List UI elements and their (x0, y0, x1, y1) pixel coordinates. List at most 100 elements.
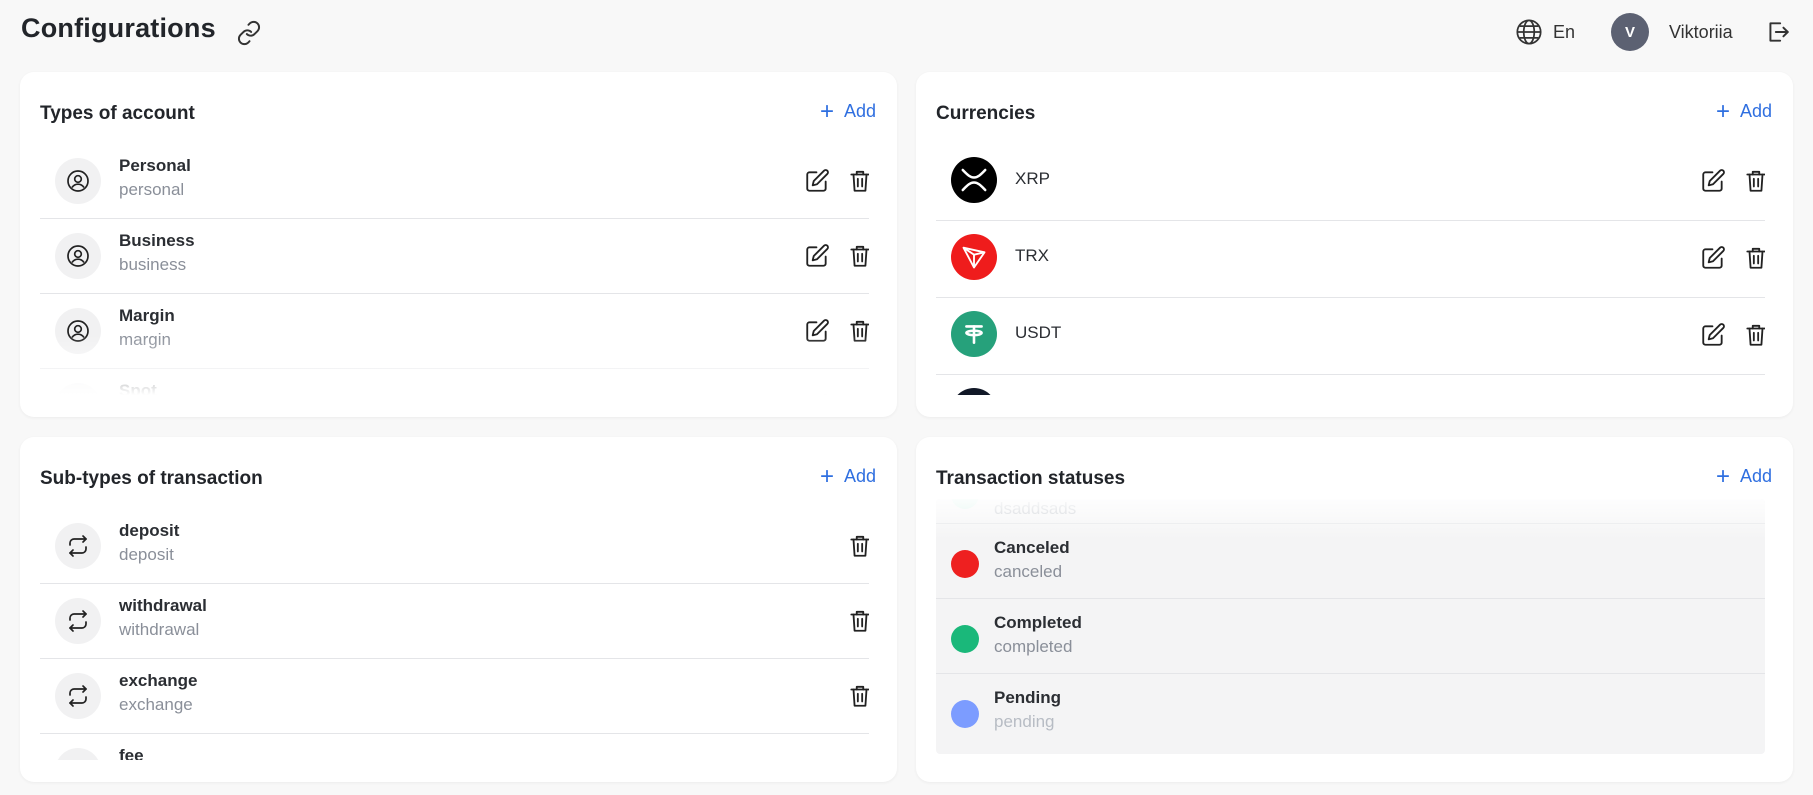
list-item: fee (40, 734, 869, 760)
language-selector[interactable]: En (1515, 18, 1575, 46)
list-item: Canceled canceled (936, 524, 1765, 599)
repeat-icon (55, 523, 101, 569)
trash-icon[interactable] (847, 393, 869, 395)
status-dot (951, 700, 979, 728)
card-title: Types of account (40, 103, 195, 124)
item-code: personal (119, 180, 185, 199)
trash-icon[interactable] (847, 608, 869, 634)
plus-icon: + (1715, 462, 1730, 490)
status-code: canceled (994, 562, 1063, 581)
list-item: Completed completed (936, 599, 1765, 674)
item-name: Margin (119, 306, 175, 325)
edit-icon[interactable] (804, 318, 830, 344)
status-code: completed (994, 637, 1073, 656)
account-types-card: Types of account + Add Personal personal… (20, 72, 897, 417)
card-title: Sub-types of transaction (40, 468, 263, 489)
status-code: pending (994, 712, 1055, 731)
list-item: XRP (936, 144, 1765, 221)
add-currency-button[interactable]: + Add (1716, 99, 1772, 123)
item-name: exchange (119, 671, 198, 690)
item-name: fee (119, 746, 144, 760)
trash-icon[interactable] (847, 243, 869, 269)
logout-icon[interactable] (1765, 19, 1791, 45)
plus-icon: + (819, 462, 834, 490)
list-item: TRX (936, 221, 1765, 298)
transaction-statuses-list[interactable]: dsaddsads Canceled canceled Completed co… (936, 499, 1765, 754)
trx-logo-icon (951, 234, 997, 280)
status-name: Completed (994, 613, 1082, 632)
edit-icon[interactable] (1700, 322, 1726, 348)
list-item: Business business (40, 219, 869, 294)
repeat-icon (55, 673, 101, 719)
list-item (936, 375, 1765, 395)
currency-name: TRX (1015, 246, 1049, 265)
transaction-subtypes-list[interactable]: deposit deposit withdrawal withdrawal ex… (40, 509, 869, 760)
list-item: Spot (40, 369, 869, 395)
item-name: deposit (119, 521, 180, 540)
status-dot (951, 499, 979, 509)
currency-name: XRP (1015, 169, 1050, 188)
edit-icon[interactable] (1700, 245, 1726, 271)
repeat-icon (55, 598, 101, 644)
globe-icon (1515, 18, 1543, 46)
trash-icon[interactable] (847, 683, 869, 709)
card-title: Transaction statuses (936, 468, 1126, 489)
item-code: deposit (119, 545, 174, 564)
transaction-statuses-card: Transaction statuses + Add dsaddsads Can… (916, 437, 1793, 782)
item-name: Spot (119, 381, 157, 395)
item-name: Business (119, 231, 195, 250)
item-code: margin (119, 330, 171, 349)
user-circle-icon (55, 308, 101, 354)
list-item: USDT (936, 298, 1765, 375)
list-item: withdrawal withdrawal (40, 584, 869, 659)
item-name: withdrawal (119, 596, 207, 615)
avatar: V (1611, 13, 1649, 51)
plus-icon: + (819, 97, 834, 125)
language-label: En (1553, 21, 1576, 42)
currency-name: USDT (1015, 323, 1062, 342)
trash-icon[interactable] (1743, 168, 1765, 194)
trash-icon[interactable] (847, 318, 869, 344)
list-item: Margin margin (40, 294, 869, 369)
user-name: Viktoriia (1669, 21, 1733, 42)
item-code: business (119, 255, 187, 274)
status-dot (951, 550, 979, 578)
usdt-logo-icon (951, 311, 997, 357)
item-code: withdrawal (119, 620, 200, 639)
xrp-logo-icon (951, 157, 997, 203)
add-subtype-button[interactable]: + Add (819, 462, 876, 490)
list-item: deposit deposit (40, 509, 869, 584)
user-circle-icon (55, 233, 101, 279)
add-status-button[interactable]: + Add (1715, 462, 1772, 490)
status-name: Pending (994, 688, 1062, 707)
link-icon[interactable] (236, 20, 262, 46)
user-circle-icon (55, 158, 101, 204)
list-item: Pending pending (936, 674, 1765, 749)
list-item: Personal personal (40, 144, 869, 219)
top-bar: Configurations En V Viktoriia (0, 0, 1813, 62)
status-name: Canceled (994, 538, 1070, 557)
item-code: exchange (119, 695, 193, 714)
trash-icon[interactable] (847, 758, 869, 760)
user-menu[interactable]: V Viktoriia (1611, 13, 1733, 51)
status-code: dsaddsads (994, 499, 1077, 518)
edit-icon[interactable] (804, 393, 830, 395)
item-name: Personal (119, 156, 191, 175)
transaction-subtypes-card: Sub-types of transaction + Add deposit d… (20, 437, 897, 782)
repeat-icon (55, 748, 101, 760)
card-title: Currencies (936, 103, 1036, 124)
add-account-type-button[interactable]: + Add (819, 97, 876, 125)
status-dot (951, 625, 979, 653)
page-title: Configurations (21, 13, 216, 43)
account-types-list[interactable]: Personal personal Business business Marg… (40, 144, 869, 395)
trash-icon[interactable] (847, 533, 869, 559)
list-item: dsaddsads (936, 499, 1765, 524)
edit-icon[interactable] (1700, 168, 1726, 194)
currencies-card: Currencies + Add XRP TRX USDT (916, 72, 1793, 417)
currencies-list[interactable]: XRP TRX USDT (936, 144, 1765, 395)
trash-icon[interactable] (1743, 322, 1765, 348)
trash-icon[interactable] (847, 168, 869, 194)
edit-icon[interactable] (804, 243, 830, 269)
edit-icon[interactable] (804, 168, 830, 194)
trash-icon[interactable] (1743, 245, 1765, 271)
